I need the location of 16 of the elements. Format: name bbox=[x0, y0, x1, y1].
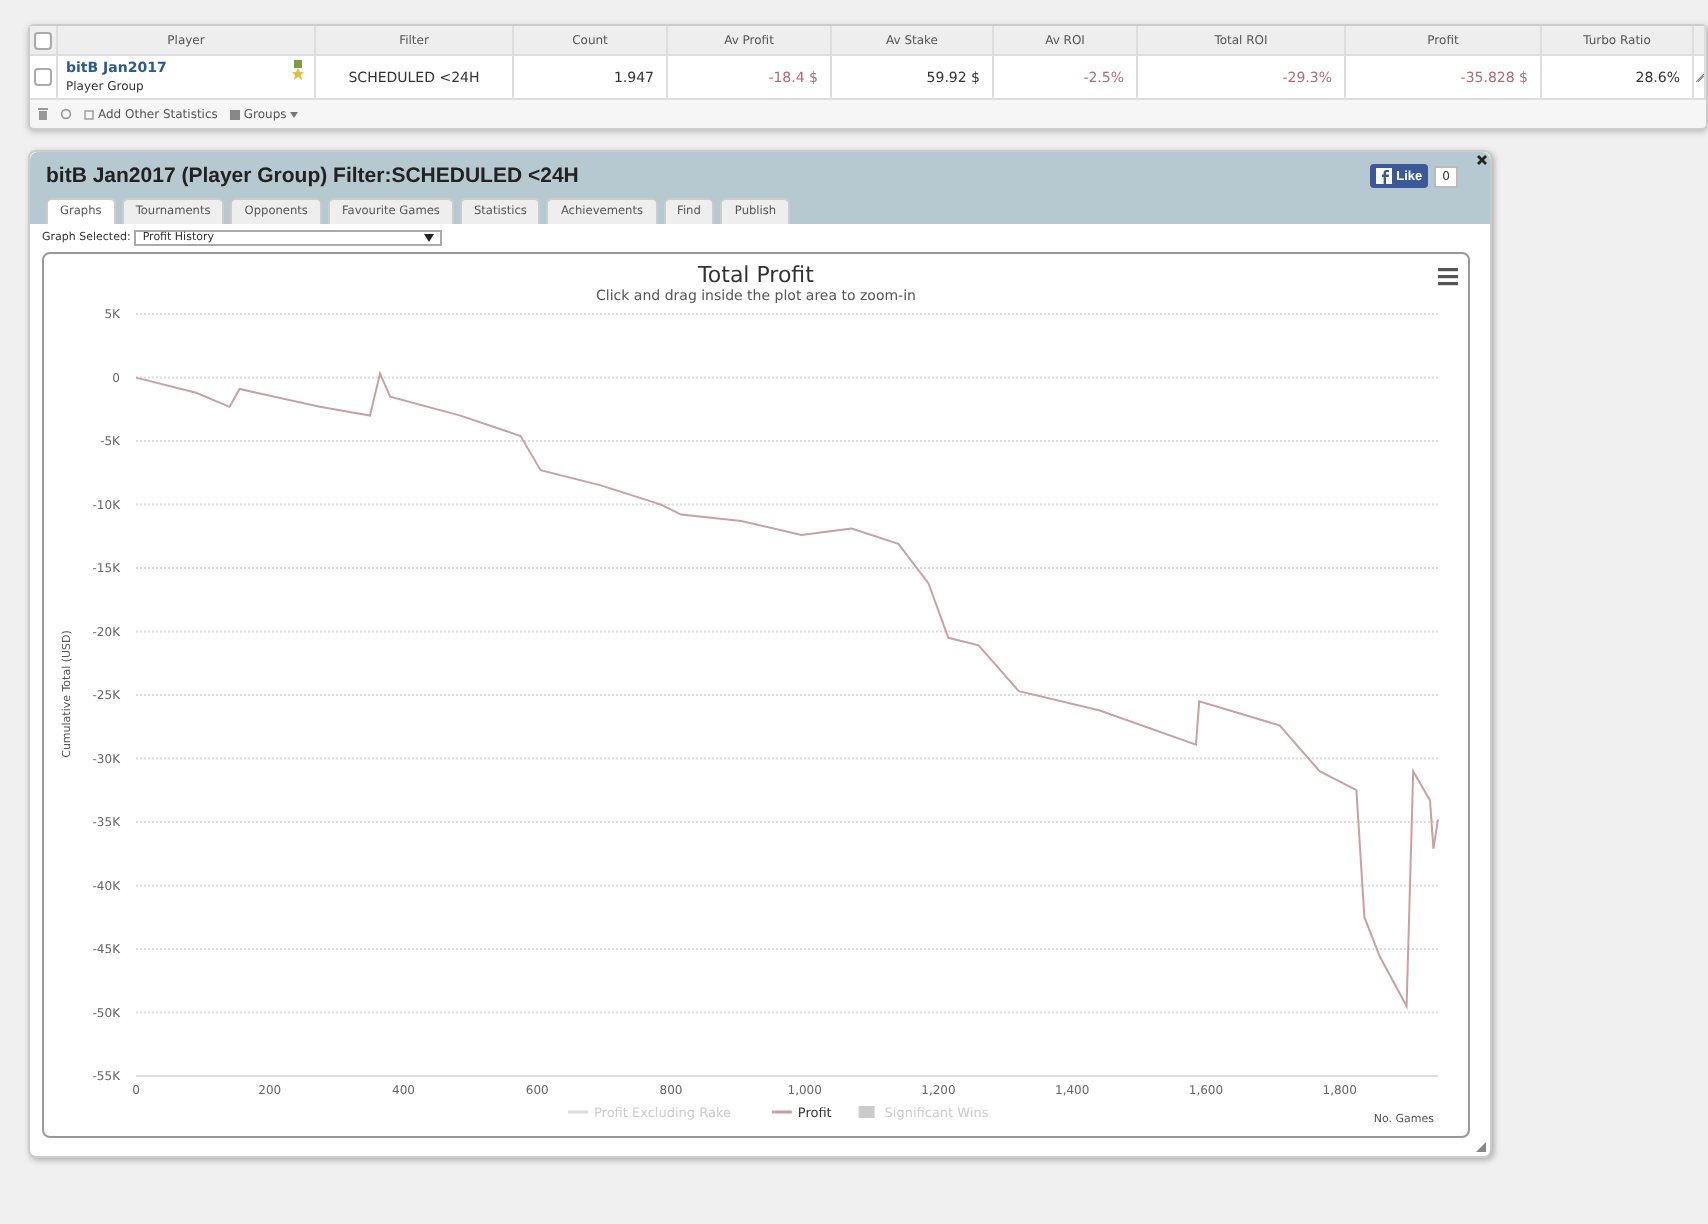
chart-title: Total Profit bbox=[698, 262, 814, 288]
caret-icon bbox=[290, 111, 299, 117]
table-icon bbox=[229, 109, 240, 119]
refresh-icon[interactable] bbox=[60, 108, 72, 120]
select-all-checkbox[interactable] bbox=[34, 31, 52, 49]
resize-handle-icon[interactable] bbox=[1476, 1142, 1486, 1152]
caret-icon bbox=[424, 234, 435, 242]
f-logo-icon bbox=[1376, 168, 1393, 184]
row-checkbox[interactable] bbox=[34, 68, 52, 86]
widget-title: bitB Jan2017 (Player Group) Filter:SCHEDULED <24H bbox=[46, 164, 579, 188]
award-icon bbox=[292, 60, 304, 80]
trash-icon[interactable] bbox=[38, 108, 48, 120]
expand-icon[interactable] bbox=[1695, 73, 1703, 81]
close-icon[interactable] bbox=[1476, 154, 1488, 166]
menu-icon[interactable] bbox=[1438, 268, 1458, 286]
copy-icon bbox=[84, 109, 94, 119]
